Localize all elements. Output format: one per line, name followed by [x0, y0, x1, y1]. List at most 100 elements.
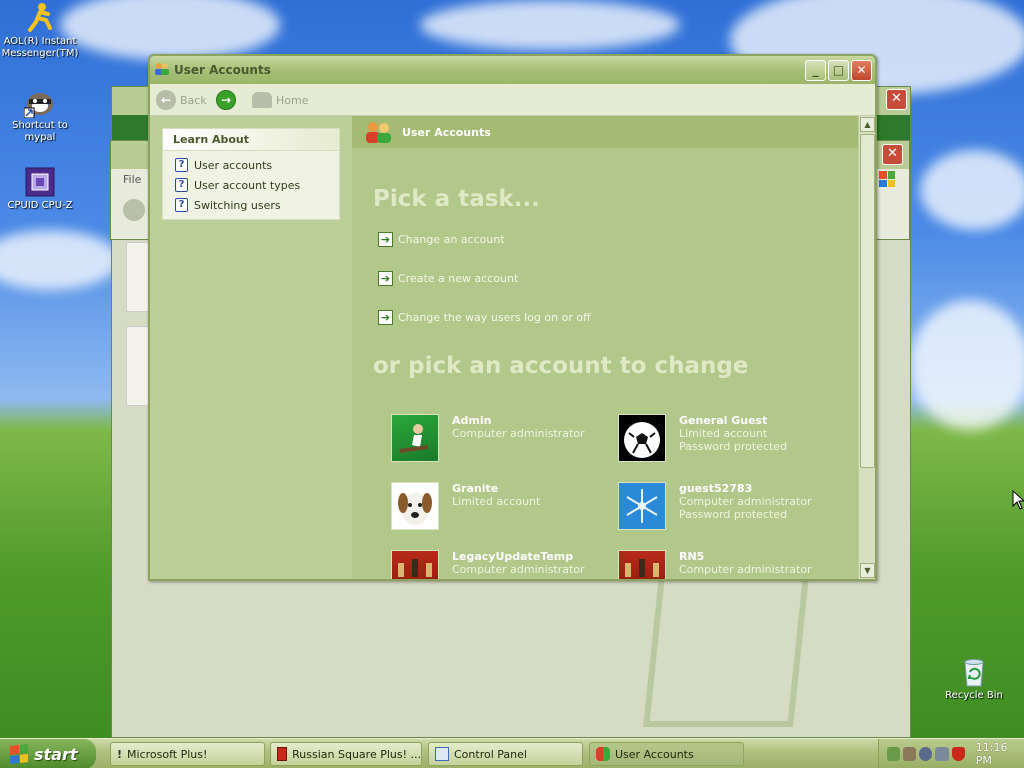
left-task-pane: Learn About ? User accounts ? User accou…	[150, 116, 352, 579]
background-close-button[interactable]: ✕	[882, 144, 903, 165]
tray-volume-icon[interactable]	[919, 747, 933, 761]
tray-security-shield-icon[interactable]	[951, 747, 965, 761]
taskbar-button-microsoft-plus[interactable]: ! Microsoft Plus!	[110, 742, 265, 766]
tray-tools-icon[interactable]	[903, 747, 917, 761]
account-name: LegacyUpdateTemp	[452, 550, 574, 563]
mypal-raccoon-icon	[24, 93, 53, 118]
account-status: Password protected	[679, 508, 788, 521]
user-accounts-taskbar-icon	[596, 747, 610, 761]
cloud	[910, 300, 1024, 430]
menu-file[interactable]: File	[123, 173, 141, 186]
cpu-z-chip-icon	[25, 167, 55, 197]
close-button[interactable]: ✕	[851, 60, 872, 81]
maximize-button[interactable]: □	[828, 60, 849, 81]
navigation-toolbar: ← Back → Home	[150, 84, 875, 116]
cloud	[0, 230, 120, 290]
taskbar-button-label: User Accounts	[615, 747, 694, 761]
scroll-up-button[interactable]: ▲	[860, 117, 875, 132]
minimize-button[interactable]: _	[805, 60, 826, 81]
account-type: Limited account	[452, 495, 541, 508]
tray-network-icon[interactable]	[887, 747, 901, 761]
account-granite[interactable]: Granite Limited account	[391, 482, 601, 532]
vertical-scrollbar[interactable]: ▲ ▼	[858, 116, 875, 579]
cloud	[60, 0, 280, 60]
learn-item-user-accounts[interactable]: ? User accounts	[163, 155, 339, 175]
tray-update-icon[interactable]	[935, 747, 949, 761]
pick-task-title: Pick a task...	[373, 186, 540, 212]
back-button[interactable]: ← Back	[156, 89, 207, 111]
task-arrow-icon: ➔	[378, 271, 393, 286]
skateboarder-picture	[391, 414, 439, 462]
account-general-guest[interactable]: General Guest Limited account Password p…	[618, 414, 828, 464]
learn-item-switching-users[interactable]: ? Switching users	[163, 195, 339, 215]
task-label: Change an account	[398, 233, 505, 246]
background-watermark-checkbox	[643, 557, 811, 727]
home-users-icon	[252, 92, 272, 108]
desktop-icon-aim[interactable]: AOL(R) Instant Messenger(TM)	[0, 2, 80, 60]
home-button[interactable]: Home	[252, 89, 308, 111]
task-change-logon[interactable]: ➔ Change the way users log on or off	[378, 310, 591, 325]
account-admin[interactable]: Admin Computer administrator	[391, 414, 601, 464]
account-rn5[interactable]: RN5 Computer administrator	[618, 550, 828, 579]
windows-flag-icon	[10, 744, 28, 764]
user-accounts-window[interactable]: User Accounts _ □ ✕ ← Back → Home Learn …	[148, 54, 877, 581]
start-button[interactable]: start	[0, 739, 96, 768]
desktop-icon-label: Recycle Bin	[945, 690, 1003, 701]
pick-account-title: or pick an account to change	[373, 353, 749, 379]
account-legacyupdatetemp[interactable]: LegacyUpdateTemp Computer administrator	[391, 550, 601, 579]
scroll-down-button[interactable]: ▼	[860, 563, 875, 578]
main-pane: User Accounts Pick a task... ➔ Change an…	[352, 116, 875, 579]
taskbar-button-user-accounts[interactable]: User Accounts	[589, 742, 744, 766]
windows-logo-icon	[879, 171, 899, 189]
account-guest52783[interactable]: guest52783 Computer administrator Passwo…	[618, 482, 828, 532]
help-question-icon: ?	[175, 158, 188, 172]
desktop-icon-recycle-bin[interactable]: Recycle Bin	[934, 656, 1014, 702]
desktop-icon-label: CPUID CPU-Z	[7, 200, 73, 211]
account-type: Limited account	[679, 427, 768, 440]
taskbar-button-label: Microsoft Plus!	[127, 747, 208, 761]
help-question-icon: ?	[175, 178, 188, 192]
back-label: Back	[180, 93, 207, 107]
account-name: RN5	[679, 550, 705, 563]
microsoft-plus-icon: !	[117, 747, 123, 761]
taskbar-button-russian-square[interactable]: Russian Square Plus! ...	[270, 742, 422, 766]
main-pane-header: User Accounts	[352, 116, 875, 148]
task-arrow-icon: ➔	[378, 232, 393, 247]
learn-item-label: User account types	[194, 178, 301, 192]
task-arrow-icon: ➔	[378, 310, 393, 325]
back-arrow-icon: ←	[156, 90, 176, 110]
task-change-account[interactable]: ➔ Change an account	[378, 232, 505, 247]
task-label: Change the way users log on or off	[398, 311, 591, 324]
account-type: Computer administrator	[679, 563, 812, 576]
forward-button[interactable]: →	[216, 89, 236, 111]
account-type: Computer administrator	[679, 495, 812, 508]
desktop-icon-label: AOL(R) Instant Messenger(TM)	[1, 36, 79, 59]
control-panel-icon	[435, 747, 449, 761]
scroll-thumb[interactable]	[860, 134, 875, 468]
cloud	[920, 150, 1024, 230]
user-accounts-header-icon	[366, 122, 391, 143]
window-content: Learn About ? User accounts ? User accou…	[150, 116, 875, 579]
taskbar-button-label: Control Panel	[454, 747, 527, 761]
task-create-account[interactable]: ➔ Create a new account	[378, 271, 518, 286]
account-type: Computer administrator	[452, 563, 585, 576]
account-status: Password protected	[679, 440, 788, 453]
account-type: Computer administrator	[452, 427, 585, 440]
taskbar-clock[interactable]: 11:16 PM	[976, 741, 1024, 767]
help-question-icon: ?	[175, 198, 188, 212]
learn-about-box: Learn About ? User accounts ? User accou…	[162, 128, 340, 220]
background-close-button[interactable]: ✕	[886, 89, 907, 110]
mouse-cursor-icon	[1012, 490, 1024, 510]
user-accounts-icon	[155, 63, 169, 75]
back-icon[interactable]	[123, 199, 145, 221]
system-tray: 11:16 PM	[878, 739, 1024, 768]
learn-item-account-types[interactable]: ? User account types	[163, 175, 339, 195]
desktop-icon-mypal[interactable]: Shortcut to mypal	[0, 86, 80, 144]
account-name: Granite	[452, 482, 499, 495]
snowflake-picture	[618, 482, 666, 530]
home-label: Home	[276, 93, 309, 107]
taskbar-button-control-panel[interactable]: Control Panel	[428, 742, 583, 766]
desktop-icon-cpuz[interactable]: CPUID CPU-Z	[0, 166, 80, 212]
window-titlebar[interactable]: User Accounts _ □ ✕	[150, 56, 875, 84]
recycle-bin-icon	[964, 659, 984, 687]
